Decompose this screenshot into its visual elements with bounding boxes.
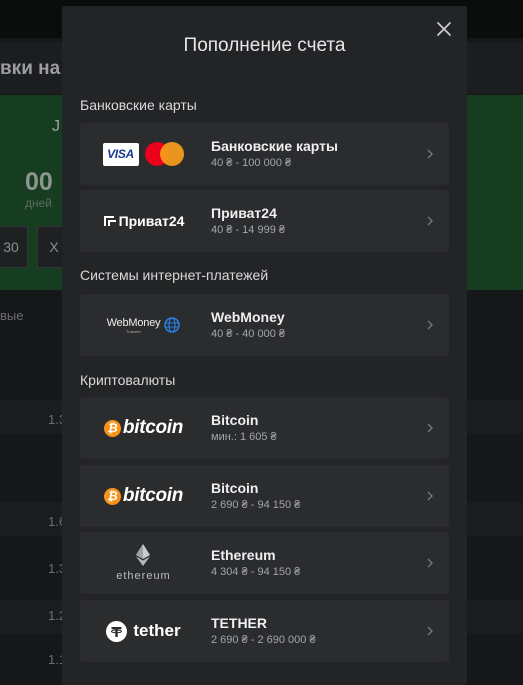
payment-method-tether[interactable]: tether TETHER 2 690 ₴ - 2 690 000 ₴ [80,600,449,662]
bitcoin-icon: ₿ [103,487,121,505]
payment-method-range: 40 ₴ - 100 000 ₴ [211,157,292,169]
privat24-logo-text: Приват24 [118,213,185,229]
payment-method-range: 40 ₴ - 40 000 ₴ [211,328,286,340]
background-types-label: вые [0,308,24,323]
chevron-right-icon [427,626,433,636]
bitcoin-logo: ₿ bitcoin [80,397,207,459]
webmoney-logo-text: WebMoney [106,316,161,329]
payment-method-ethereum[interactable]: ethereum Ethereum 4 304 ₴ - 94 150 ₴ [80,532,449,594]
payment-method-bank-cards[interactable]: VISA Банковские карты 40 ₴ - 100 000 ₴ [80,123,449,185]
payment-method-bitcoin[interactable]: ₿ bitcoin Bitcoin мин.: 1 605 ₴ [80,397,449,459]
deposit-modal: Пополнение счета Банковские карты VISA Б… [62,6,467,685]
payment-method-range: 2 690 ₴ - 94 150 ₴ [211,499,301,511]
payment-method-range: 40 ₴ - 14 999 ₴ [211,224,286,236]
visa-logo: VISA [102,142,139,166]
ethereum-logo: ethereum [80,532,207,594]
payment-method-bitcoin[interactable]: ₿ bitcoin Bitcoin 2 690 ₴ - 94 150 ₴ [80,465,449,527]
chevron-right-icon [427,320,433,330]
mastercard-logo [144,142,185,166]
section-label-bank-cards: Банковские карты [80,97,197,113]
payment-method-name: Приват24 [211,205,277,221]
visa-mastercard-logo: VISA [80,123,207,185]
ethereum-icon [136,544,151,566]
background-headline: вки на [0,58,61,79]
background-box: 30 [0,226,28,268]
privat24-logo: Приват24 [80,190,207,252]
payment-method-name: Ethereum [211,547,276,563]
payment-method-range: 2 690 ₴ - 2 690 000 ₴ [211,634,316,646]
globe-icon [164,317,181,333]
background-timer-value: 00 [25,168,53,196]
chevron-right-icon [427,423,433,433]
payment-method-webmoney[interactable]: WebMoney Transfer WebMoney 40 ₴ - 40 000… [80,294,449,356]
tether-logo-text: tether [133,621,181,640]
payment-method-name: Bitcoin [211,480,259,496]
chevron-right-icon [427,149,433,159]
modal-title: Пополнение счета [183,35,346,56]
payment-method-name: WebMoney [211,309,285,325]
chevron-right-icon [427,216,433,226]
section-label-crypto: Криптовалюты [80,372,176,388]
payment-method-privat24[interactable]: Приват24 Приват24 40 ₴ - 14 999 ₴ [80,190,449,252]
section-label-internet-payments: Системы интернет-платежей [80,267,269,283]
payment-method-name: Банковские карты [211,138,338,154]
payment-method-name: TETHER [211,615,267,631]
payment-method-name: Bitcoin [211,412,259,428]
background-banner-letter: J [52,118,60,135]
tether-icon [106,620,128,642]
payment-method-range: мин.: 1 605 ₴ [211,431,277,443]
payment-method-range: 4 304 ₴ - 94 150 ₴ [211,566,301,578]
chevron-right-icon [427,558,433,568]
bitcoin-logo-text: bitcoin [122,485,184,506]
ethereum-logo-text: ethereum [116,570,171,582]
webmoney-logo: WebMoney Transfer [80,294,207,356]
background-timer-unit: дней [25,196,53,210]
bitcoin-logo-text: bitcoin [122,417,184,438]
chevron-right-icon [427,491,433,501]
privat24-mark-icon [103,216,116,226]
tether-logo: tether [80,600,207,662]
webmoney-logo-subtext: Transfer [126,328,141,334]
bitcoin-icon: ₿ [103,419,121,437]
bitcoin-logo: ₿ bitcoin [80,465,207,527]
